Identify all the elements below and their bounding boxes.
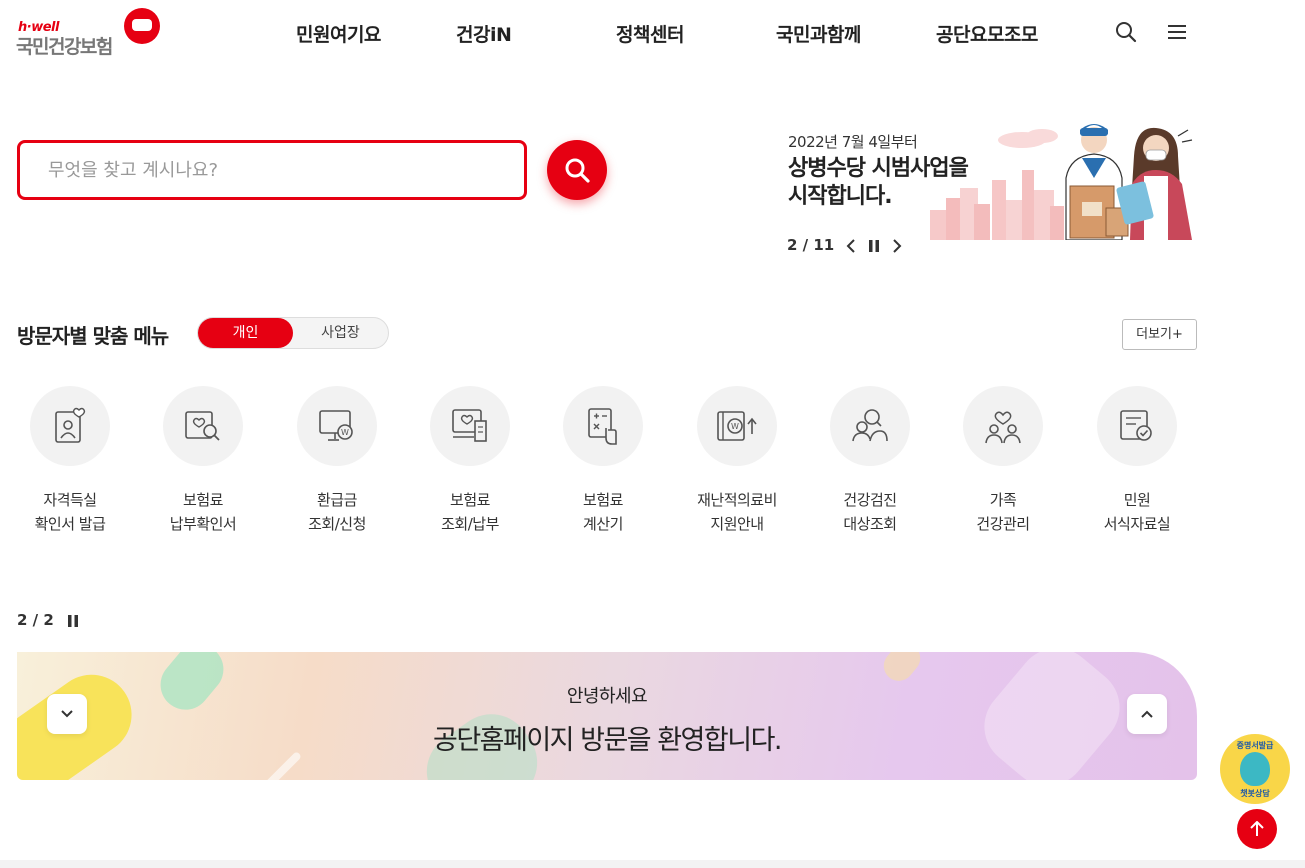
quick-icon-circle — [830, 386, 910, 466]
calculator-icon — [588, 408, 617, 445]
welcome-subtitle: 안녕하세요 — [566, 686, 648, 707]
arrow-up-icon — [1250, 821, 1264, 836]
quick-icon-circle — [963, 386, 1043, 466]
quick-menu-label: 보험료 조회/납부 — [441, 491, 499, 533]
nav-item-policy[interactable]: 정책센터 — [616, 20, 684, 47]
footer-divider — [0, 860, 1305, 868]
people-search-icon — [852, 409, 888, 442]
search-field-wrapper — [17, 140, 527, 200]
chevron-left-icon[interactable] — [842, 236, 860, 256]
quick-menu-label: 재난적의료비 지원안내 — [697, 491, 777, 533]
chevron-right-icon[interactable] — [888, 236, 906, 256]
nav-item-health-in[interactable]: 건강iN — [456, 20, 512, 47]
quick-menu-label: 가족 건강관리 — [976, 491, 1030, 533]
more-button[interactable]: 더보기+ — [1122, 319, 1197, 350]
quick-menu-label: 건강검진 대상조회 — [843, 491, 897, 533]
pause-icon[interactable] — [64, 611, 82, 631]
chatbot-button[interactable]: 증명서발급 챗봇상담 — [1220, 734, 1290, 804]
decor-shape — [968, 652, 1136, 780]
quick-menu-calculator[interactable]: 보험료 계산기 — [543, 386, 663, 546]
quick-icon-circle: W — [697, 386, 777, 466]
chatbot-top-label: 증명서발급 — [1236, 741, 1274, 750]
quick-menu-label: 자격득실 확인서 발급 — [34, 491, 106, 533]
nav-item-about[interactable]: 공단요모조모 — [936, 20, 1038, 47]
quick-menu-page-indicator: 2 / 2 — [17, 611, 54, 629]
quick-icon-circle — [163, 386, 243, 466]
quick-icon-circle — [30, 386, 110, 466]
chatbot-bottom-label: 챗봇상담 — [1240, 789, 1270, 798]
pause-icon[interactable] — [865, 236, 883, 256]
banner-date: 2022년 7월 4일부터 — [788, 133, 918, 151]
quick-menu-premium-payment[interactable]: 보험료 조회/납부 — [410, 386, 530, 546]
form-check-icon — [1120, 410, 1152, 441]
scroll-top-button[interactable] — [1237, 809, 1277, 849]
quick-menu-qualification[interactable]: 자격득실 확인서 발급 — [10, 386, 130, 546]
toggle-individual[interactable]: 개인 — [198, 318, 293, 348]
quick-menu-label: 환급금 조회/신청 — [308, 491, 366, 533]
quick-menu-pager: 2 / 2 — [17, 611, 97, 631]
monitor-won-icon: W — [319, 410, 353, 441]
quick-menu-premium-certificate[interactable]: 보험료 납부확인서 — [143, 386, 263, 546]
monitor-receipt-icon — [452, 409, 487, 442]
quick-menu-medical-support[interactable]: W 재난적의료비 지원안내 — [677, 386, 797, 546]
banner-illustration[interactable] — [930, 118, 1198, 241]
toggle-business[interactable]: 사업장 — [293, 318, 388, 348]
quick-menu-label: 보험료 납부확인서 — [169, 491, 237, 533]
welcome-banner: 안녕하세요 공단홈페이지 방문을 환영합니다. — [17, 652, 1197, 780]
chevron-down-icon[interactable] — [47, 694, 87, 734]
family-heart-icon — [985, 411, 1021, 444]
search-button[interactable] — [547, 140, 607, 200]
svg-text:W: W — [731, 422, 739, 431]
hamburger-menu-icon[interactable] — [1165, 20, 1189, 44]
quick-menu-family-health[interactable]: 가족 건강관리 — [943, 386, 1063, 546]
quick-menu-checkup[interactable]: 건강검진 대상조회 — [810, 386, 930, 546]
visitor-type-toggle: 개인 사업장 — [197, 317, 389, 349]
banner-pager: 2 / 11 — [787, 236, 835, 254]
quick-icon-circle — [1097, 386, 1177, 466]
chevron-up-icon[interactable] — [1127, 694, 1167, 734]
chatbot-mascot-icon — [1240, 752, 1270, 786]
document-search-icon — [185, 411, 220, 441]
quick-menu-label: 민원 서식자료실 — [1103, 491, 1171, 533]
search-input[interactable] — [20, 143, 524, 197]
quick-icon-circle: W — [297, 386, 377, 466]
quick-menu-refund[interactable]: W 환급금 조회/신청 — [277, 386, 397, 546]
banner-controls: 2 / 11 — [787, 236, 927, 256]
main-navigation: 민원여기요 건강iN 정책센터 국민과함께 공단요모조모 — [0, 20, 1305, 46]
nav-item-together[interactable]: 국민과함께 — [776, 20, 861, 47]
quick-menu-label: 보험료 계산기 — [583, 491, 623, 533]
quick-menu-forms[interactable]: 민원 서식자료실 — [1077, 386, 1197, 546]
search-icon[interactable] — [1114, 20, 1138, 44]
id-card-heart-icon — [55, 407, 86, 443]
quick-icon-circle — [430, 386, 510, 466]
visitor-menu-title: 방문자별 맞춤 메뉴 — [17, 324, 169, 348]
welcome-title: 공단홈페이지 방문을 환영합니다. — [432, 725, 783, 756]
search-icon — [565, 158, 590, 183]
quick-icon-circle — [563, 386, 643, 466]
svg-text:W: W — [341, 428, 349, 437]
won-support-icon: W — [717, 411, 757, 441]
nav-item-civil[interactable]: 민원여기요 — [296, 20, 381, 47]
